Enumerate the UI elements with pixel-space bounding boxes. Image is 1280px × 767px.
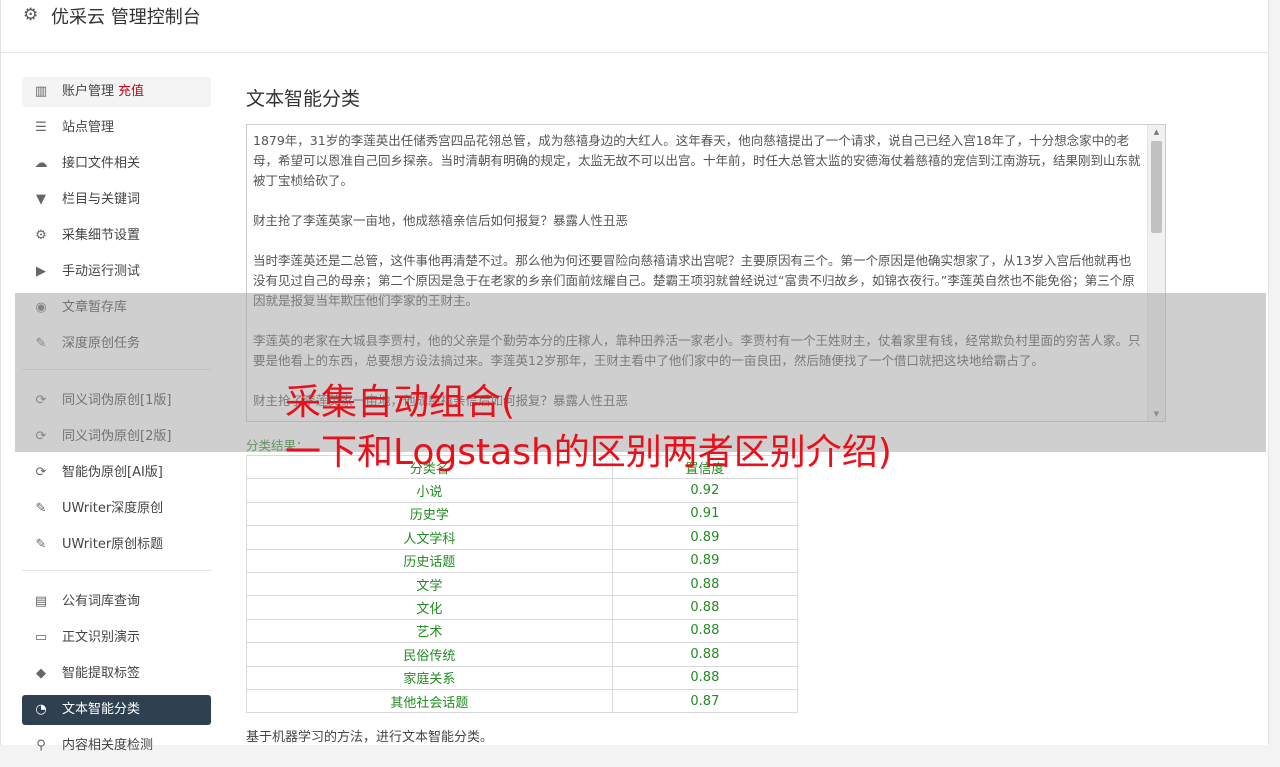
confidence-cell: 0.89	[611, 548, 799, 573]
table-row: 历史话题 0.89	[246, 548, 799, 573]
sidebar-item-uwriter-title[interactable]: ✎ UWriter原创标题	[22, 530, 211, 560]
watermark-line: 采集自动组合(	[285, 382, 516, 423]
category-cell: 家庭关系	[246, 665, 613, 690]
text-paragraph: 财主抢了李莲英家一亩地，他成慈禧亲信后如何报复？暴露人性丑恶	[253, 213, 629, 228]
bar-chart-icon: ▥	[34, 84, 48, 99]
cogs-icon: ⚙	[35, 228, 47, 243]
table-row: 家庭关系 0.88	[246, 665, 799, 690]
sidebar-item-uwriter-deep[interactable]: ✎ UWriter深度原创	[22, 494, 211, 524]
category-cell: 艺术	[246, 618, 613, 644]
sidebar-item-label: 文本智能分类	[62, 702, 141, 717]
text-paragraph: 1879年，31岁的李莲英出任储秀宫四品花翎总管，成为慈禧身边的大红人。这年春天…	[253, 133, 1141, 188]
table-row: 其他社会话题 0.87	[246, 688, 799, 714]
confidence-cell: 0.92	[611, 478, 799, 503]
category-cell: 历史话题	[246, 548, 613, 573]
sidebar-item-label: 智能伪原创[AI版]	[62, 465, 163, 480]
book-icon: ▤	[34, 594, 48, 609]
recharge-link[interactable]: 充值	[118, 84, 144, 99]
sidebar-item-relevance[interactable]: ⚲ 内容相关度检测	[22, 731, 211, 761]
table-row: 文化 0.88	[246, 595, 799, 620]
tag-icon: ◆	[36, 666, 46, 681]
sidebar-item-label: 栏目与关键词	[62, 192, 141, 207]
pie-chart-icon: ◔	[35, 702, 47, 717]
confidence-cell: 0.88	[611, 665, 799, 690]
sidebar-item-keywords[interactable]: ▼ 栏目与关键词	[22, 185, 211, 215]
category-cell: 小说	[246, 478, 613, 503]
table-row: 人文学科 0.89	[246, 525, 799, 550]
sidebar-item-ai-rewrite[interactable]: ⟳ 智能伪原创[AI版]	[22, 458, 211, 488]
sidebar-item-account[interactable]: ▥ 账户管理 充值	[22, 77, 211, 107]
confidence-cell: 0.88	[611, 642, 799, 667]
sidebar-item-label: 接口文件相关	[62, 156, 141, 171]
sidebar-item-interface[interactable]: ☁ 接口文件相关	[22, 149, 211, 179]
sidebar-item-text-recognition[interactable]: ▭ 正文识别演示	[22, 623, 211, 653]
confidence-cell: 0.88	[611, 571, 799, 597]
gear-icon: ⚙	[23, 5, 39, 25]
result-table: 分类名 置信度 小说 0.92 历史学 0.91 人文学科 0.89 历史话题 0.89…	[246, 454, 799, 714]
cloud-upload-icon: ☁	[34, 156, 48, 171]
sidebar-item-label: 智能提取标签	[62, 666, 141, 681]
sidebar-item-text-classify[interactable]: ◔ 文本智能分类	[22, 695, 211, 725]
sidebar-item-label: 正文识别演示	[62, 630, 141, 645]
table-row: 小说 0.92	[246, 478, 799, 503]
category-cell: 历史学	[246, 501, 613, 527]
sidebar-item-label: 账户管理	[62, 84, 115, 99]
edit-icon: ✎	[35, 501, 47, 516]
scroll-up-icon[interactable]: ▲	[1148, 125, 1165, 139]
sidebar-item-collect-settings[interactable]: ⚙ 采集细节设置	[22, 221, 211, 251]
watermark-text: 采集自动组合( 一下和Logstash的区别两者区别介绍)	[285, 378, 892, 478]
search-icon: ⚲	[36, 738, 46, 753]
sidebar-item-manual-run[interactable]: ▶ 手动运行测试	[22, 257, 211, 287]
sidebar-item-label: UWriter深度原创	[62, 501, 164, 516]
table-row: 文学 0.88	[246, 571, 799, 597]
page-title: 文本智能分类	[246, 88, 361, 110]
edit-icon: ✎	[35, 537, 47, 552]
confidence-cell: 0.88	[611, 595, 799, 620]
sidebar-item-label: 手动运行测试	[62, 264, 141, 279]
refresh-icon: ⟳	[35, 465, 47, 480]
sidebar-item-label: UWriter原创标题	[62, 537, 164, 552]
table-row: 民俗传统 0.88	[246, 642, 799, 667]
confidence-cell: 0.87	[611, 688, 799, 714]
sidebar-divider	[22, 570, 211, 571]
category-cell: 其他社会话题	[246, 688, 613, 714]
server-icon: ☰	[35, 120, 47, 135]
sidebar-item-label: 采集细节设置	[62, 228, 141, 243]
category-cell: 文学	[246, 571, 613, 597]
confidence-cell: 0.89	[611, 525, 799, 550]
sidebar-item-label: 内容相关度检测	[62, 738, 154, 753]
table-row: 历史学 0.91	[246, 501, 799, 527]
scroll-thumb[interactable]	[1151, 141, 1162, 233]
header: ⚙ 优采云 管理控制台	[1, 0, 1268, 53]
footnote: 基于机器学习的方法，进行文本智能分类。	[246, 730, 494, 745]
filter-icon: ▼	[36, 192, 46, 207]
category-cell: 人文学科	[246, 525, 613, 550]
app-title: 优采云 管理控制台	[51, 7, 201, 28]
sidebar-item-public-lexicon[interactable]: ▤ 公有词库查询	[22, 587, 211, 617]
table-row: 艺术 0.88	[246, 618, 799, 644]
watermark-line: 一下和Logstash的区别两者区别介绍)	[285, 432, 892, 473]
category-cell: 民俗传统	[246, 642, 613, 667]
category-cell: 文化	[246, 595, 613, 620]
sidebar-item-label: 公有词库查询	[62, 594, 141, 609]
sidebar-item-smart-tags[interactable]: ◆ 智能提取标签	[22, 659, 211, 689]
desktop-icon: ▭	[34, 630, 48, 645]
confidence-cell: 0.88	[611, 618, 799, 644]
sidebar-item-sites[interactable]: ☰ 站点管理	[22, 113, 211, 143]
confidence-cell: 0.91	[611, 501, 799, 527]
play-circle-icon: ▶	[36, 264, 46, 279]
sidebar-item-label: 站点管理	[62, 120, 115, 135]
